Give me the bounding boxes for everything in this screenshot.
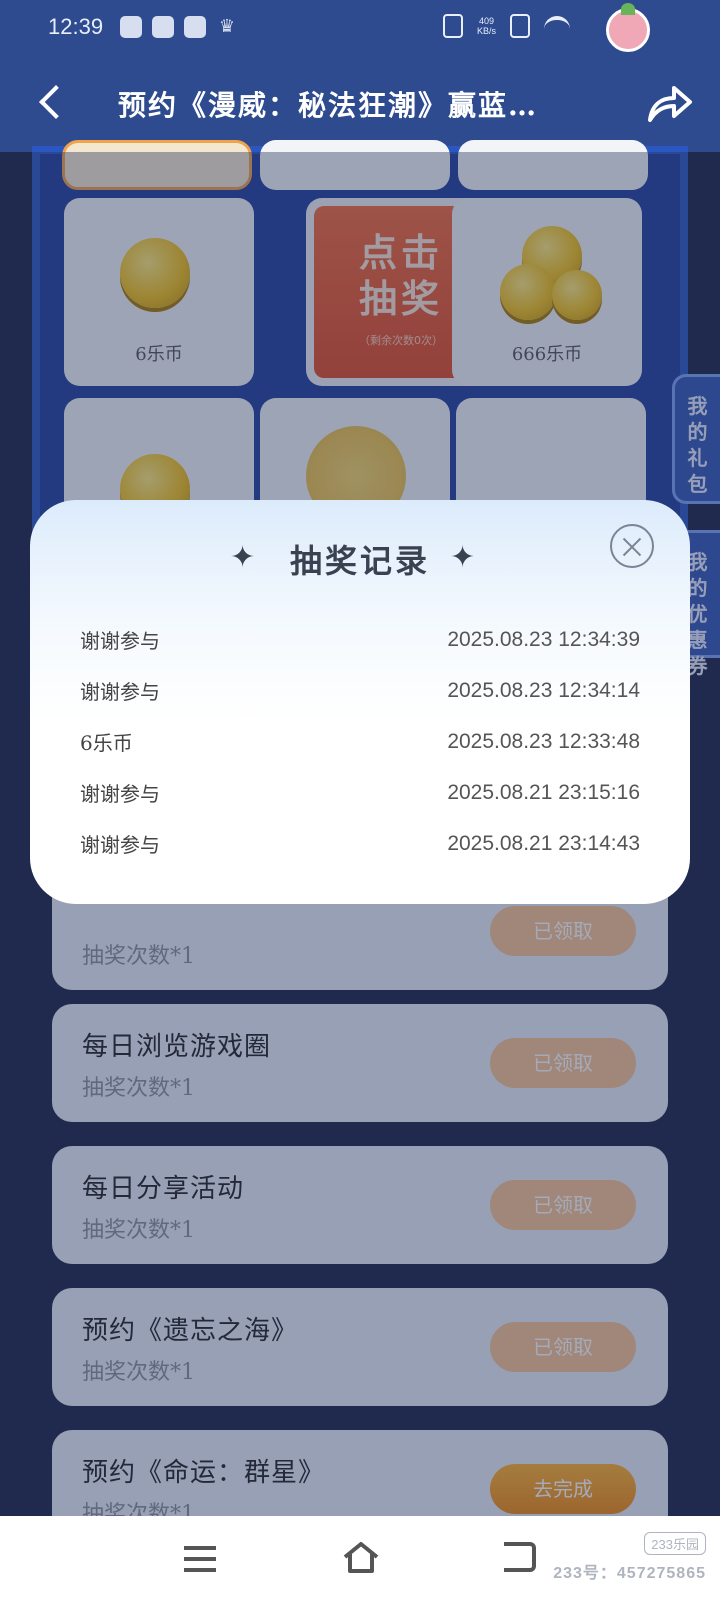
network-speed-unit: KB/s (476, 26, 496, 36)
vibrate-icon (442, 14, 463, 38)
watermark: 233乐园 233号：457275865 (553, 1532, 706, 1583)
video-notification-icon (184, 16, 206, 38)
record-time: 2025.08.21 23:15:16 (447, 780, 640, 804)
page-title: 预约《漫威：秘法狂潮》赢蓝… (118, 89, 539, 122)
record-time: 2025.08.23 12:34:14 (447, 678, 640, 702)
record-row: 6乐币 2025.08.23 12:33:48 (80, 716, 640, 767)
sim-icon (510, 14, 530, 38)
wifi-icon (544, 16, 570, 36)
status-time: 12:39 (48, 14, 104, 39)
record-row: 谢谢参与 2025.08.21 23:15:16 (80, 767, 640, 818)
record-prize: 谢谢参与 (80, 782, 160, 806)
network-speed-value: 409 (478, 16, 494, 26)
back-nav-icon[interactable] (504, 1542, 536, 1572)
record-time: 2025.08.23 12:34:39 (447, 627, 640, 651)
record-prize: 谢谢参与 (80, 833, 160, 857)
share-icon[interactable] (644, 82, 694, 126)
record-prize: 谢谢参与 (80, 680, 160, 704)
home-icon[interactable] (342, 1540, 380, 1574)
record-prize: 6乐币 (80, 731, 133, 755)
modal-title: 抽奖记录 (289, 542, 430, 580)
record-time: 2025.08.21 23:14:43 (447, 831, 640, 855)
record-time: 2025.08.23 12:33:48 (447, 729, 640, 753)
strawberry-avatar-icon[interactable] (606, 3, 650, 52)
system-nav-bar: 233乐园 233号：457275865 (0, 1516, 720, 1600)
network-speed: 409 KB/s (477, 16, 496, 36)
watermark-id: 233号：457275865 (553, 1565, 706, 1582)
app-notification-icon (120, 16, 142, 38)
record-prize: 谢谢参与 (80, 629, 160, 653)
notification-icons: ♛ (120, 16, 238, 38)
sparkle-icon: ✦ (450, 540, 476, 575)
watermark-logo: 233乐园 (644, 1532, 706, 1555)
menu-icon[interactable] (184, 1546, 216, 1572)
record-row: 谢谢参与 2025.08.21 23:14:43 (80, 818, 640, 869)
link-notification-icon (152, 16, 174, 38)
record-list: 谢谢参与 2025.08.23 12:34:39 谢谢参与 2025.08.23… (80, 614, 640, 869)
system-icons: 409 KB/s (442, 14, 570, 38)
status-bar: 12:39 ♛ 409 KB/s (0, 0, 720, 56)
record-row: 谢谢参与 2025.08.23 12:34:39 (80, 614, 640, 665)
app-header: 预约《漫威：秘法狂潮》赢蓝… (0, 56, 720, 152)
close-icon[interactable] (610, 524, 654, 568)
back-arrow-icon[interactable] (30, 80, 70, 126)
record-row: 谢谢参与 2025.08.23 12:34:14 (80, 665, 640, 716)
lottery-record-modal: ✦ 抽奖记录 ✦ 谢谢参与 2025.08.23 12:34:39 谢谢参与 2… (30, 500, 690, 904)
crown-icon: ♛ (218, 16, 236, 37)
